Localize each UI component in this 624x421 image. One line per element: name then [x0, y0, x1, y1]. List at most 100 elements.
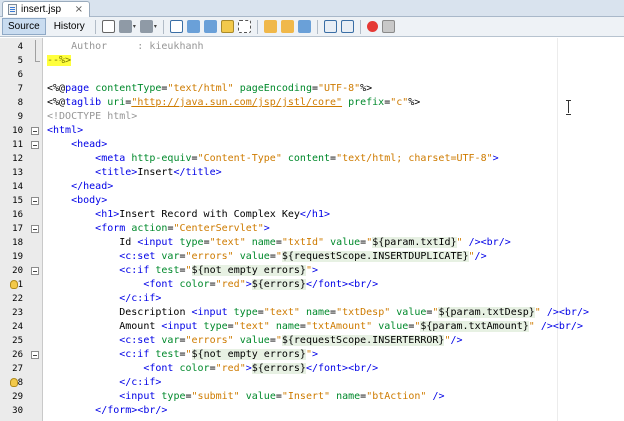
line-number: 22: [12, 294, 23, 304]
code-text[interactable]: </c:if>: [47, 292, 161, 306]
shift-right-icon[interactable]: [280, 20, 294, 33]
code-token: Insert Record with Complex Key: [119, 209, 300, 220]
shift-left-icon[interactable]: [263, 20, 277, 33]
code-line: 20 <c:if test="${not empty errors}">: [0, 264, 624, 278]
code-token: "UTF-8": [318, 83, 361, 94]
code-token: Amount: [47, 321, 162, 332]
fold-collapse-icon[interactable]: [31, 267, 39, 275]
code-token: </font><br/>: [305, 363, 379, 374]
code-text[interactable]: Amount <input type="text" name="txtAmoun…: [47, 320, 583, 334]
fold-collapse-icon[interactable]: [31, 351, 39, 359]
code-token: ${not empty errors}: [191, 349, 306, 360]
code-token: "txtId": [281, 237, 325, 248]
code-line: 15 <body>: [0, 194, 624, 208]
fold-collapse-icon[interactable]: [31, 225, 39, 233]
code-text[interactable]: <head>: [47, 138, 107, 152]
code-token: <%@: [47, 83, 66, 94]
code-text[interactable]: <!DOCTYPE html>: [47, 110, 137, 124]
close-tab-icon[interactable]: ×: [75, 4, 83, 15]
code-token: name: [336, 391, 361, 402]
previous-bookmark-icon[interactable]: [323, 20, 337, 33]
code-text[interactable]: <font color="red">${errors}</font><br/>: [47, 278, 378, 292]
code-text[interactable]: </form><br/>: [47, 404, 167, 418]
code-text[interactable]: <title>Insert</title>: [47, 166, 221, 180]
fold-collapse-icon[interactable]: [31, 197, 39, 205]
lightbulb-hint-icon[interactable]: [10, 378, 18, 387]
code-text[interactable]: <c:set var="errors" value="${requestScop…: [47, 334, 463, 348]
line-number: 24: [12, 322, 23, 332]
code-text[interactable]: <form action="CenterServlet">: [47, 222, 270, 236]
source-view-button[interactable]: Source: [2, 18, 46, 35]
code-text[interactable]: <c:if test="${not empty errors}">: [47, 348, 318, 362]
code-text[interactable]: </head>: [47, 180, 113, 194]
code-token: >: [245, 279, 252, 290]
stop-macro-icon[interactable]: [381, 20, 395, 33]
next-bookmark-icon[interactable]: [340, 20, 354, 33]
code-token: test: [155, 349, 180, 360]
fold-collapse-icon[interactable]: [31, 141, 39, 149]
code-token: var: [161, 251, 180, 262]
code-text[interactable]: <%@taglib uri="http://java.sun.com/jsp/j…: [47, 96, 420, 110]
code-text[interactable]: <c:set var="errors" value="${requestScop…: [47, 250, 487, 264]
lightbulb-hint-icon[interactable]: [10, 280, 18, 289]
code-line: 7 <%@page contentType="text/html" pageEnc…: [0, 82, 624, 96]
code-token: />: [432, 391, 445, 402]
code-text[interactable]: </c:if>: [47, 376, 161, 390]
code-text[interactable]: <font color="red">${errors}</font><br/>: [47, 362, 378, 376]
code-token: taglib: [65, 97, 102, 108]
code-text[interactable]: <html>: [47, 124, 83, 138]
toggle-highlight-icon[interactable]: [220, 20, 234, 33]
code-token: /><br/>: [468, 237, 511, 248]
code-text[interactable]: Id <input type="text" name="txtId" value…: [47, 236, 511, 250]
find-previous-icon[interactable]: [186, 20, 200, 33]
code-line: 5 --%>: [0, 54, 624, 68]
code-token: <html>: [47, 125, 84, 136]
code-token: "text": [263, 307, 300, 318]
chevron-down-icon[interactable]: ▾: [133, 23, 136, 30]
chevron-down-icon[interactable]: ▾: [154, 23, 157, 30]
history-view-button[interactable]: History: [48, 18, 91, 35]
line-number: 10: [12, 126, 23, 136]
code-text[interactable]: <body>: [47, 194, 107, 208]
find-next-icon[interactable]: [203, 20, 217, 33]
code-text[interactable]: <input type="submit" value="Insert" name…: [47, 390, 445, 404]
code-token: ": [275, 335, 282, 346]
toolbar-separator: [256, 19, 258, 34]
code-token: <font: [143, 363, 174, 374]
code-line: 24 Amount <input type="text" name="txtAm…: [0, 320, 624, 334]
code-token: value: [396, 307, 427, 318]
toolbar-icon-group: ▾ ▾: [100, 19, 397, 34]
code-token: "http://java.sun.com/jsp/jstl/core": [131, 97, 343, 108]
forward-icon[interactable]: [139, 20, 153, 33]
code-text[interactable]: Description <input type="text" name="txt…: [47, 306, 589, 320]
code-text[interactable]: <h1>Insert Record with Complex Key</h1>: [47, 208, 330, 222]
code-text[interactable]: <%@page contentType="text/html" pageEnco…: [47, 82, 372, 96]
code-text[interactable]: --%>: [47, 54, 72, 68]
code-editor[interactable]: 4 Author : kieukhanh 5 --%> 6 7 <%@page conte…: [0, 38, 624, 421]
toolbar-separator: [359, 19, 361, 34]
last-edit-icon[interactable]: [101, 20, 115, 33]
code-text[interactable]: <c:if test="${not empty errors}">: [47, 264, 318, 278]
toggle-comment-icon[interactable]: [297, 20, 311, 33]
find-selection-icon[interactable]: [169, 20, 183, 33]
code-line: 8 <%@taglib uri="http://java.sun.com/jsp/…: [0, 96, 624, 110]
back-icon[interactable]: [118, 20, 132, 33]
code-line: 25 <c:set var="errors" value="${requestS…: [0, 334, 624, 348]
code-text[interactable]: <meta http-equiv="Content-Type" content=…: [47, 152, 498, 166]
code-token: "submit": [191, 391, 240, 402]
code-token: >: [311, 349, 318, 360]
code-line: 6: [0, 68, 624, 82]
file-tab-insert-jsp[interactable]: insert.jsp ×: [2, 1, 90, 17]
fold-guide-line: [35, 54, 36, 61]
line-number: 15: [12, 196, 23, 206]
code-token: <c:if: [119, 349, 150, 360]
start-macro-icon[interactable]: [366, 21, 378, 32]
fold-collapse-icon[interactable]: [31, 127, 39, 135]
code-token: <h1>: [95, 209, 120, 220]
code-token: "Content-Type": [197, 153, 282, 164]
code-token: Insert: [137, 167, 174, 178]
rectangular-selection-icon[interactable]: [237, 20, 251, 33]
code-text[interactable]: Author : kieukhanh: [47, 40, 203, 54]
